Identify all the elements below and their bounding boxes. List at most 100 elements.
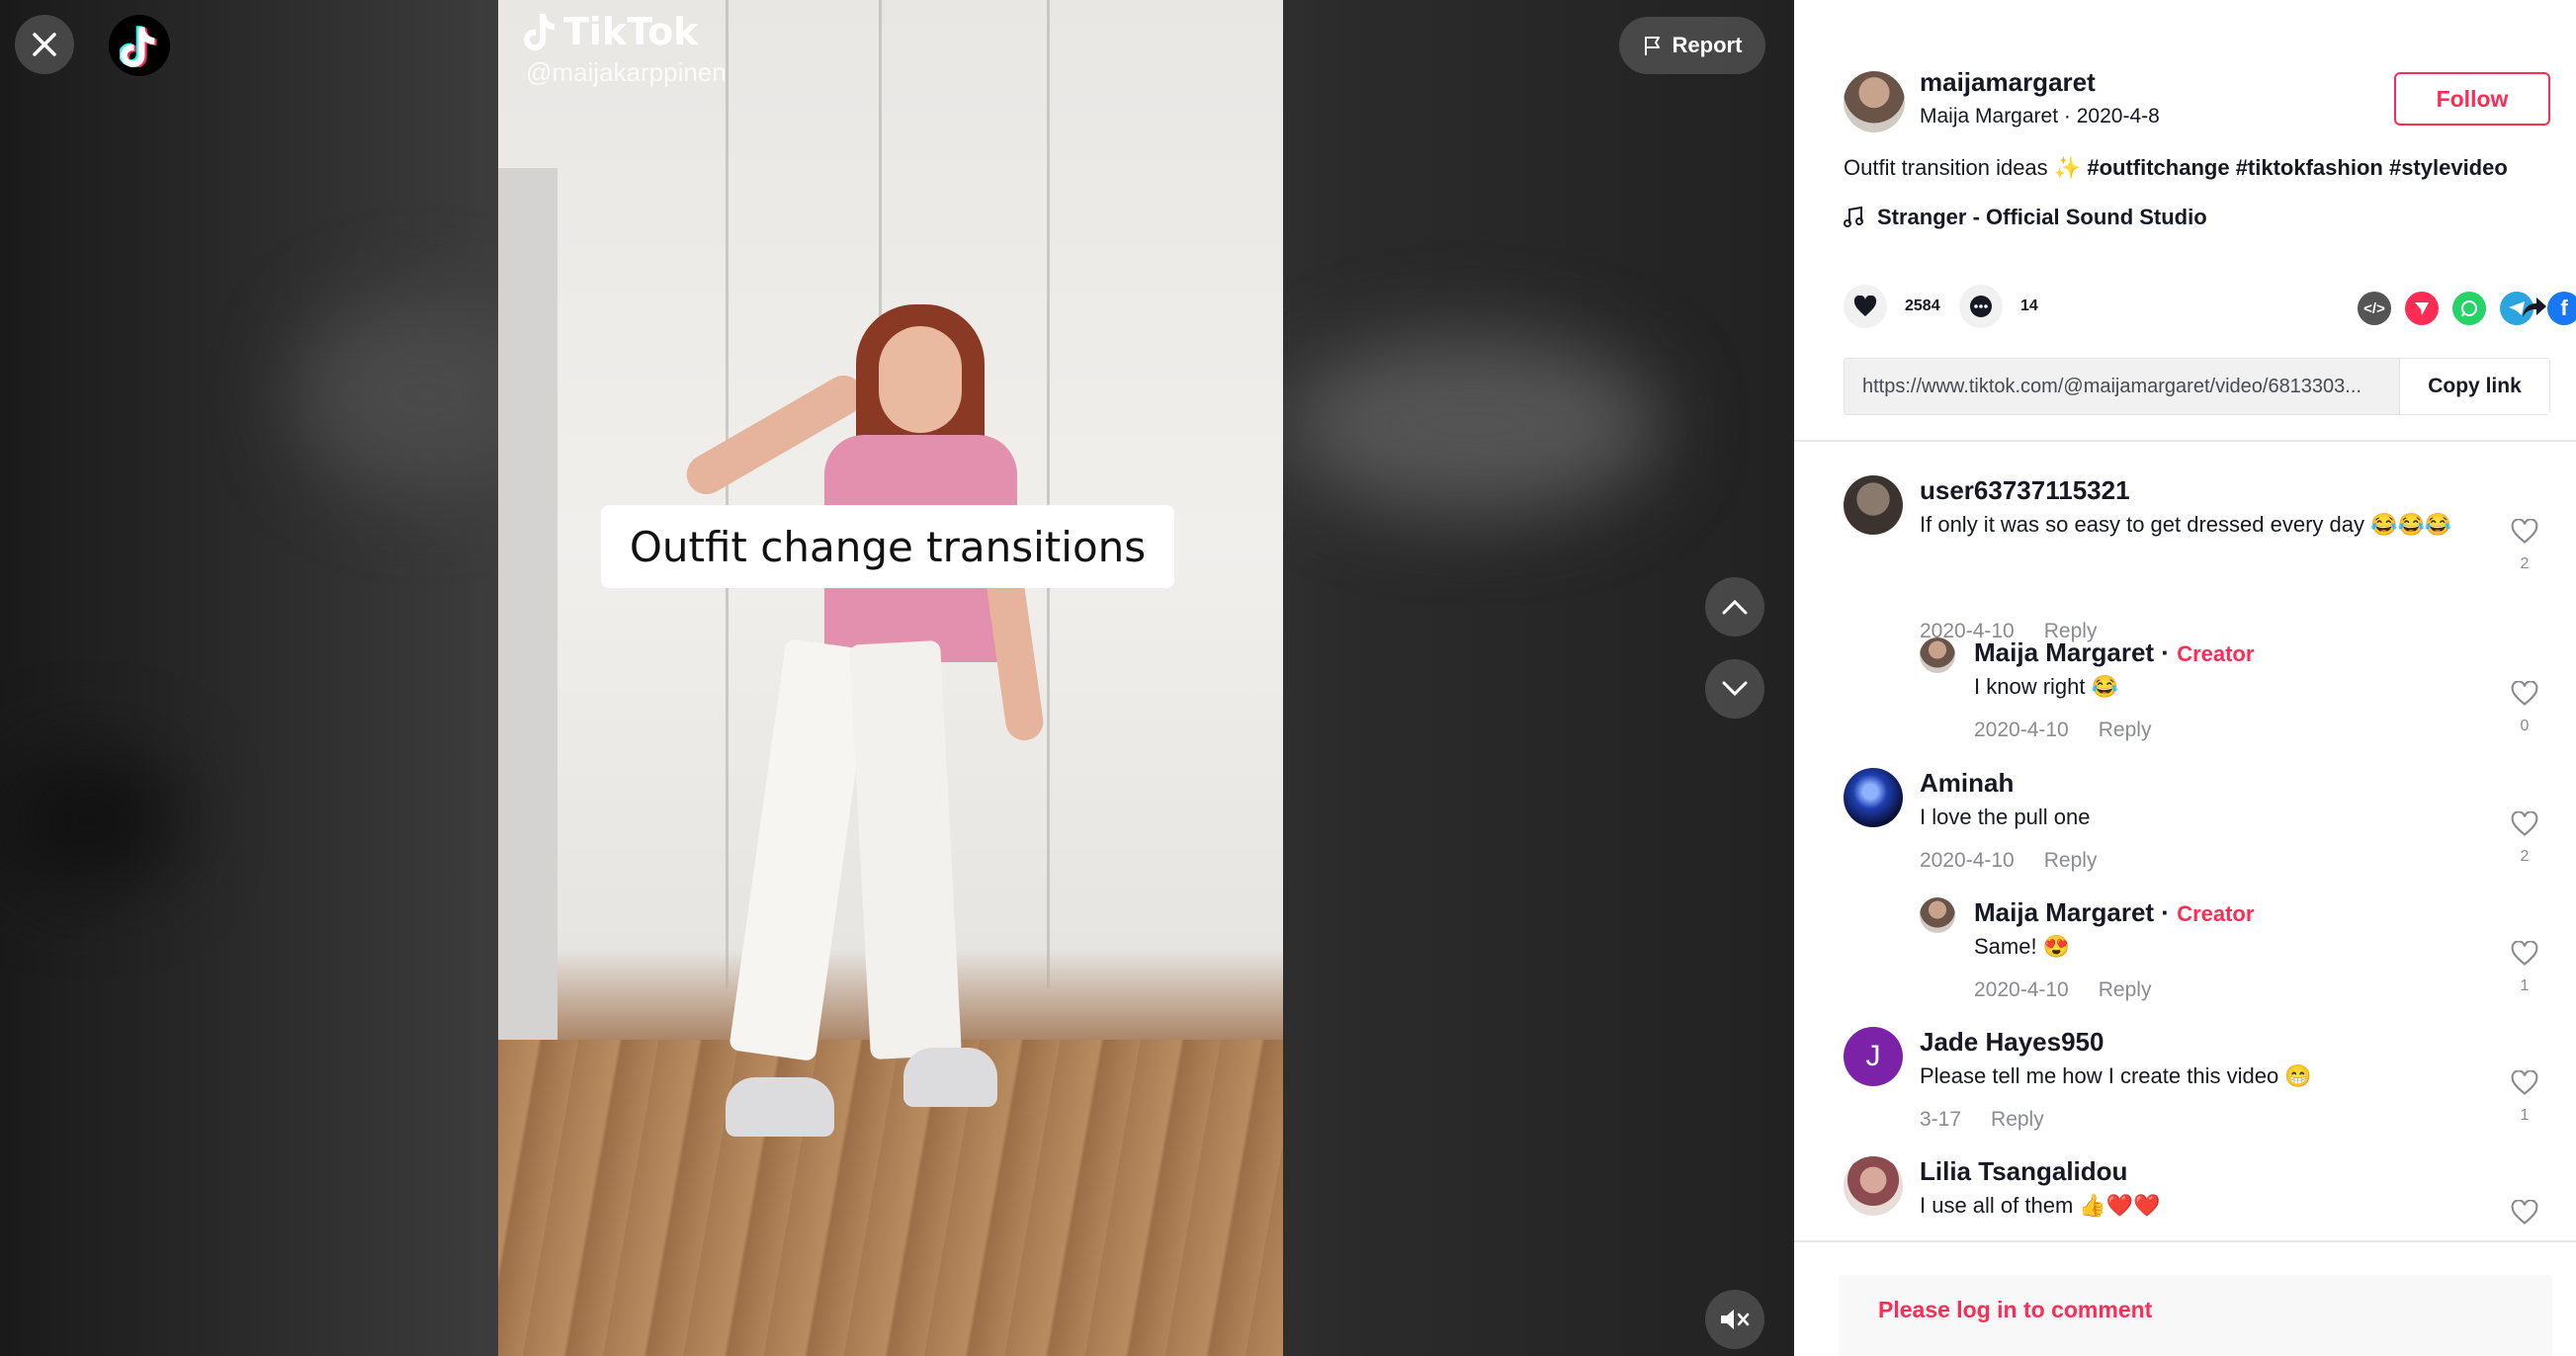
reply-author-name[interactable]: Maija Margaret xyxy=(1974,637,2154,667)
commenter-avatar[interactable]: J xyxy=(1844,1027,1903,1086)
comment-button[interactable] xyxy=(1959,285,2003,328)
music-title: Stranger - Official Sound Studio xyxy=(1877,205,2207,229)
commenter-avatar[interactable] xyxy=(1844,768,1903,827)
commenter-avatar[interactable] xyxy=(1844,475,1903,535)
comment-stat[interactable]: 14 xyxy=(1959,285,2038,328)
video-watermark: TikTok @maijakarppinen xyxy=(522,10,727,88)
comment-text: Please tell me how I create this video 😁 xyxy=(1920,1063,2312,1088)
mute-button[interactable] xyxy=(1705,1290,1764,1349)
commenter-name[interactable]: user63737115321 xyxy=(1920,475,2130,506)
login-to-comment-prompt[interactable]: Please log in to comment xyxy=(1839,1275,2552,1356)
reply-link[interactable]: Reply xyxy=(2099,978,2152,1001)
commenter-name[interactable]: Aminah xyxy=(1920,768,2014,799)
watermark-brand-text: TikTok xyxy=(563,10,699,53)
comment-text: I love the pull one xyxy=(1920,805,2091,829)
video-caption-text: Outfit change transitions xyxy=(629,522,1147,571)
comment-like[interactable]: 0 xyxy=(2508,680,2541,735)
tiktok-logo-button[interactable] xyxy=(109,15,170,76)
comment-meta: 2020-4-10 Reply xyxy=(1974,719,2151,742)
comment-date: 2020-4-10 xyxy=(1920,849,2015,872)
chevron-down-icon xyxy=(1722,681,1748,697)
heart-outline-icon xyxy=(2511,1069,2538,1095)
commenter-avatar[interactable] xyxy=(1844,1156,1903,1216)
comment-like[interactable]: 1 xyxy=(2508,940,2541,995)
creator-badge: Creator xyxy=(2177,641,2255,666)
chevron-up-icon xyxy=(1722,599,1748,615)
commenter-avatar[interactable] xyxy=(1920,637,1955,673)
whatsapp-icon[interactable] xyxy=(2452,292,2486,325)
background-blur xyxy=(1285,336,1661,514)
heart-outline-icon xyxy=(2511,1199,2538,1225)
copy-link-button[interactable]: Copy link xyxy=(2399,359,2549,414)
video-player[interactable]: Outfit change transitions TikTok @maijak… xyxy=(0,0,1794,1356)
heart-icon xyxy=(1853,296,1877,316)
hashtag-link[interactable]: #stylevideo xyxy=(2389,155,2508,180)
comment-count: 14 xyxy=(2020,297,2038,314)
close-button[interactable] xyxy=(15,15,74,74)
report-label: Report xyxy=(1672,33,1743,57)
name-separator: · xyxy=(2154,897,2178,927)
sparkles-icon: ✨ xyxy=(2053,155,2082,180)
flag-icon xyxy=(1644,37,1660,55)
wardrobe-line xyxy=(726,0,729,988)
like-stat[interactable]: 2584 xyxy=(1844,285,1940,328)
heart-outline-icon xyxy=(2511,940,2538,966)
volume-muted-icon xyxy=(1721,1310,1750,1329)
embed-icon[interactable]: </> xyxy=(2358,292,2391,325)
next-video-button[interactable] xyxy=(1705,659,1764,719)
comment-meta: 2020-4-10 Reply xyxy=(1974,978,2151,1002)
author-username[interactable]: maijamargaret xyxy=(1920,67,2096,98)
heart-outline-icon xyxy=(2511,810,2538,836)
comment-list[interactable]: user63737115321 If only it was so easy t… xyxy=(1794,442,2576,1240)
video-floor xyxy=(498,1040,1283,1356)
comment-like[interactable]: 1 xyxy=(2508,1069,2541,1125)
comment-date: 2020-4-10 xyxy=(1974,978,2069,1001)
commenter-name[interactable]: Jade Hayes950 xyxy=(1920,1027,2104,1058)
music-link[interactable]: Stranger - Official Sound Studio xyxy=(1844,205,2207,230)
comment-meta: 2020-4-10 Reply xyxy=(1920,849,2097,873)
video-caption-overlay: Outfit change transitions xyxy=(601,505,1174,588)
comment-like[interactable]: 2 xyxy=(2508,810,2541,866)
comment-like-count: 1 xyxy=(2520,1107,2530,1124)
hashtag-link[interactable]: #outfitchange xyxy=(2087,155,2229,180)
like-button[interactable] xyxy=(1844,285,1887,328)
comment-date: 2020-4-10 xyxy=(1974,719,2069,741)
report-button[interactable]: Report xyxy=(1619,17,1765,74)
comment-like-count: 1 xyxy=(2520,977,2530,994)
author-meta: Maija Margaret · 2020-4-8 xyxy=(1920,105,2160,128)
facebook-icon[interactable]: f xyxy=(2547,292,2576,325)
commenter-avatar[interactable] xyxy=(1920,897,1955,933)
share-arrow-icon[interactable] xyxy=(2521,295,2548,320)
comment-like[interactable] xyxy=(2508,1199,2541,1230)
reply-link[interactable]: Reply xyxy=(2099,719,2152,741)
commenter-name: Maija Margaret · Creator xyxy=(1974,637,2254,668)
comment-meta: 3-17 Reply xyxy=(1920,1108,2044,1132)
wardrobe-line xyxy=(1047,0,1050,988)
meta-separator: · xyxy=(2063,105,2077,127)
comment-text: I use all of them 👍❤️❤️ xyxy=(1920,1193,2161,1218)
reply-link[interactable]: Reply xyxy=(2044,849,2098,872)
share-link-url[interactable]: https://www.tiktok.com/@maijamargaret/vi… xyxy=(1845,359,2399,414)
name-separator: · xyxy=(2154,637,2178,667)
previous-video-button[interactable] xyxy=(1705,577,1764,636)
comment-like-count: 2 xyxy=(2520,555,2530,572)
person-shoe xyxy=(903,1048,997,1107)
person-pants xyxy=(849,639,962,1060)
comment-like-count: 0 xyxy=(2520,718,2530,734)
comment-like[interactable]: 2 xyxy=(2508,518,2541,573)
reply-link[interactable]: Reply xyxy=(1991,1108,2044,1131)
hashtag-link[interactable]: #tiktokfashion xyxy=(2236,155,2383,180)
reply-author-name[interactable]: Maija Margaret xyxy=(1974,897,2154,927)
heart-outline-icon xyxy=(2511,518,2538,544)
comment-dots-icon xyxy=(1970,296,1992,317)
follow-button[interactable]: Follow xyxy=(2394,72,2550,126)
author-avatar[interactable] xyxy=(1844,71,1905,132)
close-icon xyxy=(33,33,56,56)
post-date: 2020-4-8 xyxy=(2076,105,2160,127)
section-divider xyxy=(1794,1240,2576,1242)
commenter-name[interactable]: Lilia Tsangalidou xyxy=(1920,1156,2127,1187)
heart-outline-icon xyxy=(2511,680,2538,706)
comment-text: Same! 😍 xyxy=(1974,934,2071,959)
creator-badge: Creator xyxy=(2177,901,2255,926)
send-icon[interactable] xyxy=(2405,292,2439,325)
